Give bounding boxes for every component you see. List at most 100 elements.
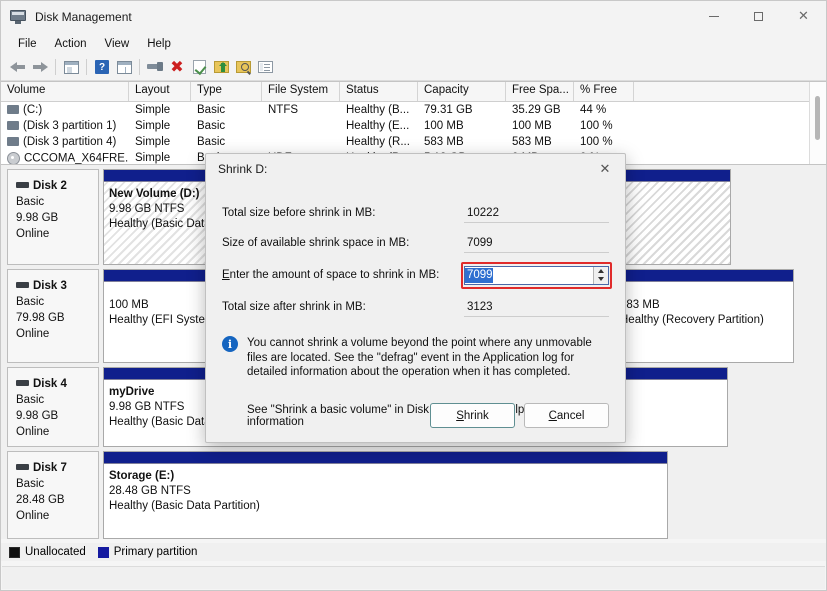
toolbar-separator (55, 59, 56, 75)
table-row[interactable]: (Disk 3 partition 1) Simple Basic Health… (1, 118, 826, 134)
column-header-file-system[interactable]: File System (262, 82, 340, 101)
column-header-filler (634, 82, 826, 101)
cell-volume: CCCOMA_X64FRE... (24, 152, 129, 164)
column-header-capacity[interactable]: Capacity (418, 82, 506, 101)
cell-status: Healthy (E... (340, 120, 418, 132)
list-view-button[interactable] (254, 56, 276, 78)
disk-name: Disk 3 (33, 280, 67, 292)
folder-up-button[interactable] (210, 56, 232, 78)
partition-efi-system[interactable]: 100 MB Healthy (EFI System Partition) (103, 269, 218, 363)
close-button[interactable]: ✕ (781, 1, 826, 32)
minimize-button[interactable] (691, 1, 736, 32)
disk-state: Online (16, 226, 98, 242)
menu-item-help[interactable]: Help (138, 36, 180, 52)
menu-item-action[interactable]: Action (46, 36, 96, 52)
partition-color-bar (612, 170, 730, 182)
cell-percent-free: 100 % (574, 136, 634, 148)
shrink-dialog: Shrink D: ✕ Total size before shrink in … (205, 153, 626, 443)
dialog-close-button[interactable]: ✕ (585, 154, 625, 184)
toolbar-separator (139, 59, 140, 75)
disk-name: Disk 4 (33, 378, 67, 390)
menu-item-file[interactable]: File (9, 36, 46, 52)
legend: Unallocated Primary partition (1, 543, 826, 561)
cell-layout: Simple (129, 104, 191, 116)
field-label: Enter the amount of space to shrink in M… (222, 269, 464, 281)
disk-type: Basic (16, 476, 98, 492)
volume-list-scrollbar[interactable] (809, 82, 826, 164)
cell-status: Healthy (R... (340, 136, 418, 148)
dialog-title-bar: Shrink D: ✕ (206, 154, 625, 184)
back-button[interactable] (7, 56, 29, 78)
field-total-size-before-shrink: Total size before shrink in MB: 10222 (222, 198, 609, 228)
cell-free-space: 100 MB (506, 120, 574, 132)
maximize-button[interactable] (736, 1, 781, 32)
cell-layout: Simple (129, 120, 191, 132)
disk-name: Disk 7 (33, 462, 67, 474)
shrink-amount-input[interactable]: 7099 (464, 266, 609, 285)
cell-free-space: 35.29 GB (506, 104, 574, 116)
legend-label-unallocated: Unallocated (25, 546, 86, 558)
available-shrink-space-value: 7099 (464, 234, 609, 253)
column-header-type[interactable]: Type (191, 82, 262, 101)
partition-unallocated[interactable] (611, 169, 731, 265)
search-folder-icon (236, 61, 251, 73)
dialog-body: Total size before shrink in MB: 10222 Si… (206, 184, 625, 428)
window-controls: ✕ (691, 1, 826, 32)
help-button[interactable]: ? (91, 56, 113, 78)
shrink-amount-spinner[interactable]: 7099 (464, 266, 609, 285)
column-header-layout[interactable]: Layout (129, 82, 191, 101)
show-hide-console-tree-button[interactable] (60, 56, 82, 78)
menu-item-view[interactable]: View (96, 36, 139, 52)
partition-status: Healthy (Basic Data Partition) (109, 499, 667, 514)
spinner-down-button[interactable] (593, 275, 608, 284)
spinner-up-button[interactable] (593, 267, 608, 276)
delete-icon: ✖ (170, 59, 183, 75)
cell-type: Basic (191, 136, 262, 148)
disk-row-disk-7: Disk 7 Basic 28.48 GB Online Storage (E:… (7, 451, 826, 539)
disk-size: 9.98 GB (16, 408, 98, 424)
properties-icon (117, 61, 132, 74)
dialog-note: i You cannot shrink a volume beyond the … (222, 336, 609, 380)
checkmark-button[interactable] (188, 56, 210, 78)
partition-recovery[interactable]: 583 MB Healthy (Recovery Partition) (614, 269, 794, 363)
disk-info-disk-7[interactable]: Disk 7 Basic 28.48 GB Online (7, 451, 99, 539)
disk-state: Online (16, 508, 98, 524)
dialog-title: Shrink D: (218, 162, 267, 176)
cd-drive-icon (7, 152, 20, 165)
column-header-percent-free[interactable]: % Free (574, 82, 634, 101)
window-title: Disk Management (35, 10, 132, 24)
resize-grip-icon[interactable] (810, 572, 822, 584)
cancel-button[interactable]: Cancel (524, 403, 609, 428)
disk-info-disk-4[interactable]: Disk 4 Basic 9.98 GB Online (7, 367, 99, 447)
forward-button[interactable] (29, 56, 51, 78)
delete-button[interactable]: ✖ (166, 56, 188, 78)
column-header-status[interactable]: Status (340, 82, 418, 101)
disk-info-disk-3[interactable]: Disk 3 Basic 79.98 GB Online (7, 269, 99, 363)
cell-layout: Simple (129, 136, 191, 148)
volume-icon (7, 121, 19, 130)
spinner-buttons[interactable] (593, 267, 608, 284)
toolbar: ? ✖ (1, 54, 826, 81)
total-size-before-shrink-value: 10222 (464, 204, 609, 223)
shrink-button[interactable]: Shrink (430, 403, 515, 428)
partitions: Storage (E:) 28.48 GB NTFS Healthy (Basi… (103, 451, 826, 539)
disk-state: Online (16, 326, 98, 342)
disk-info-disk-2[interactable]: Disk 2 Basic 9.98 GB Online (7, 169, 99, 265)
column-header-volume[interactable]: Volume (1, 82, 129, 101)
cell-status: Healthy (B... (340, 104, 418, 116)
column-header-free-space[interactable]: Free Spa... (506, 82, 574, 101)
folder-up-icon (214, 61, 229, 73)
partition-name: Storage (E:) (109, 469, 667, 484)
disk-icon (16, 282, 29, 288)
partition-storage-e[interactable]: Storage (E:) 28.48 GB NTFS Healthy (Basi… (103, 451, 668, 539)
unallocated-swatch-icon (9, 547, 20, 558)
table-row[interactable]: (Disk 3 partition 4) Simple Basic Health… (1, 134, 826, 150)
rescan-disks-icon (147, 62, 163, 72)
table-row[interactable]: (C:) Simple Basic NTFS Healthy (B... 79.… (1, 102, 826, 118)
help-icon: ? (95, 60, 109, 74)
rescan-disks-button[interactable] (144, 56, 166, 78)
search-folder-button[interactable] (232, 56, 254, 78)
properties-button[interactable] (113, 56, 135, 78)
scrollbar-thumb[interactable] (815, 96, 820, 140)
dialog-buttons: Shrink Cancel (421, 403, 609, 428)
